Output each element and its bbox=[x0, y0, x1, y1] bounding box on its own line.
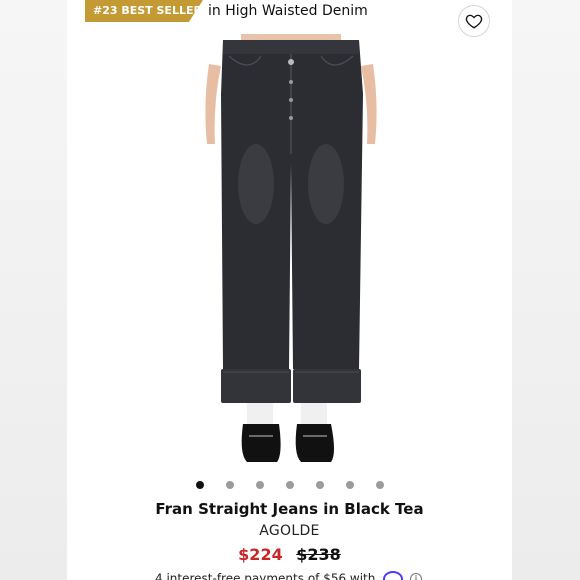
category-link[interactable]: in High Waisted Denim bbox=[208, 2, 368, 20]
pagination-dot[interactable] bbox=[315, 481, 324, 489]
pagination-dot[interactable] bbox=[225, 481, 234, 489]
image-pagination bbox=[67, 481, 512, 489]
brand-name[interactable]: AGOLDE bbox=[67, 523, 512, 539]
product-page: #23 BEST SELLER in High Waisted Denim Fr… bbox=[67, 0, 512, 580]
info-icon[interactable]: i bbox=[410, 573, 423, 580]
pagination-dot[interactable] bbox=[375, 481, 384, 489]
pagination-dot[interactable] bbox=[195, 481, 204, 489]
left-backdrop bbox=[0, 0, 67, 580]
payment-provider-logo bbox=[383, 571, 404, 580]
pagination-dot[interactable] bbox=[255, 481, 264, 489]
installments-note: 4 interest-free payments of $56 with i bbox=[155, 571, 423, 580]
favorite-button[interactable] bbox=[458, 5, 490, 37]
pagination-dot[interactable] bbox=[285, 481, 294, 489]
pagination-dot[interactable] bbox=[345, 481, 354, 489]
heart-icon bbox=[465, 14, 483, 29]
original-price: $238 bbox=[296, 545, 341, 564]
best-seller-badge: #23 BEST SELLER bbox=[85, 0, 203, 22]
right-backdrop bbox=[512, 0, 580, 580]
sale-price: $224 bbox=[238, 545, 283, 564]
price-row: $224 $238 bbox=[67, 545, 512, 564]
product-image[interactable] bbox=[201, 34, 381, 474]
product-title: Fran Straight Jeans in Black Tea bbox=[155, 500, 424, 518]
installments-text: 4 interest-free payments of $56 with bbox=[155, 571, 376, 580]
